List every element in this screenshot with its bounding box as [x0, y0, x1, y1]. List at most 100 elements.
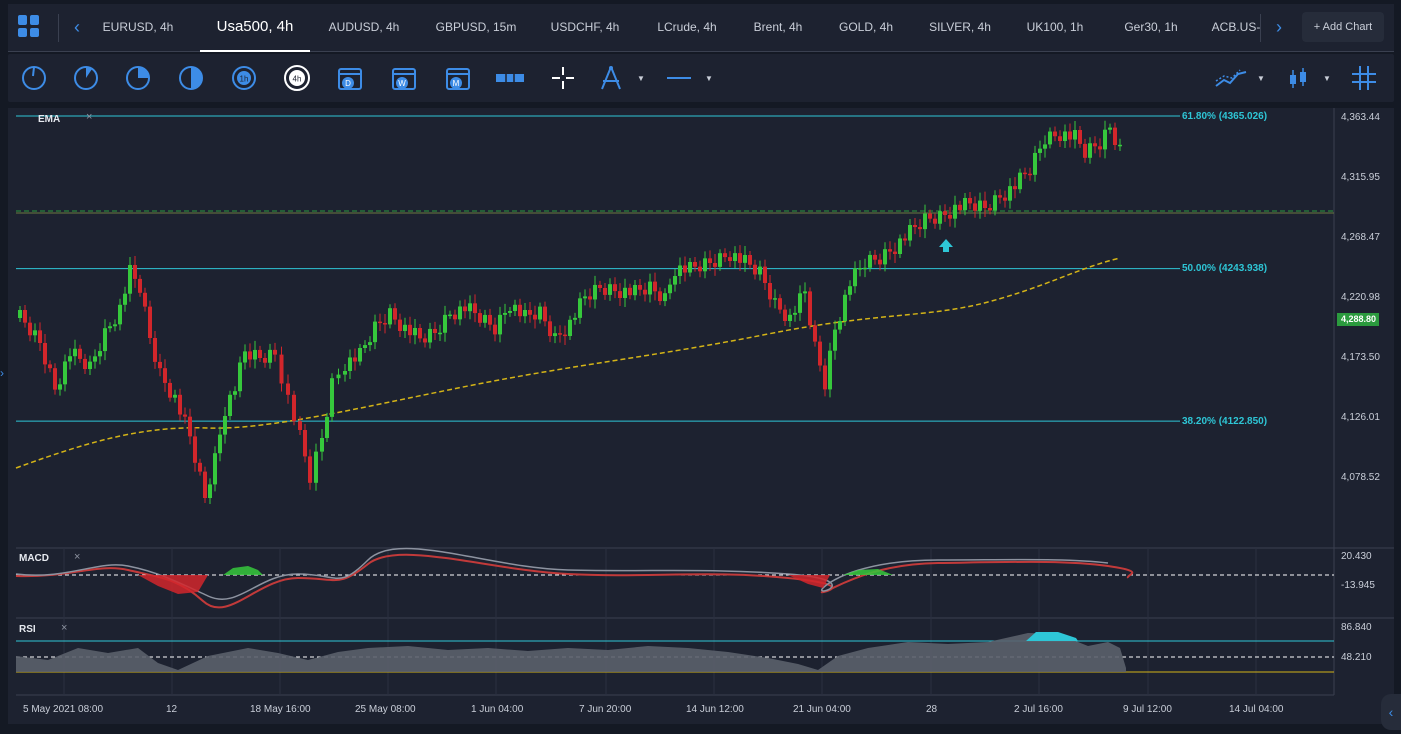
- tab-lcrude[interactable]: LCrude, 4h: [652, 4, 722, 52]
- candle-body: [608, 284, 612, 295]
- candle-body: [163, 368, 167, 383]
- candle-body: [58, 384, 62, 390]
- candle-body: [763, 266, 767, 283]
- timeframe-1m-icon[interactable]: [20, 64, 48, 92]
- close-icon[interactable]: ×: [74, 551, 80, 563]
- tab-ger30[interactable]: Ger30, 1h: [1119, 4, 1183, 52]
- add-chart-button[interactable]: + Add Chart: [1302, 12, 1384, 42]
- chart-panel[interactable]: EMA × 61.80% (4365.026) 50.00% (4243.938…: [8, 108, 1394, 724]
- divider: [58, 14, 59, 42]
- candle-body: [43, 343, 47, 365]
- candle-body: [678, 265, 682, 276]
- candle-body: [238, 362, 242, 392]
- expand-panel-icon[interactable]: ‹: [1381, 694, 1401, 730]
- tab-silver[interactable]: SILVER, 4h: [926, 4, 994, 52]
- tab-audusd[interactable]: AUDUSD, 4h: [324, 4, 404, 52]
- candle-body: [798, 293, 802, 313]
- macd-indicator-label[interactable]: MACD: [19, 553, 49, 564]
- line-style-icon[interactable]: [665, 64, 693, 92]
- close-icon[interactable]: ×: [86, 111, 92, 123]
- candle-body: [378, 321, 382, 324]
- tab-gold[interactable]: GOLD, 4h: [835, 4, 897, 52]
- chart-type-candles-icon[interactable]: [1284, 64, 1312, 92]
- candle-body: [703, 258, 707, 272]
- candle-body: [193, 436, 197, 463]
- candle-body: [393, 308, 397, 320]
- macd-histogram: [223, 566, 263, 575]
- chevron-down-icon[interactable]: ▼: [705, 74, 713, 83]
- tab-eurusd[interactable]: EURUSD, 4h: [98, 4, 178, 52]
- candle-body: [408, 324, 412, 336]
- timeframe-4h-icon[interactable]: 4h: [283, 64, 311, 92]
- candle-body: [483, 314, 487, 323]
- candle-body: [768, 283, 772, 300]
- candle-body: [963, 198, 967, 211]
- time-axis-label: 9 Jul 12:00: [1123, 704, 1172, 715]
- candle-body: [913, 225, 917, 228]
- candle-body: [658, 291, 662, 302]
- rsi-indicator-label[interactable]: RSI: [19, 624, 36, 635]
- tab-usdchf[interactable]: USDCHF, 4h: [545, 4, 625, 52]
- timeframe-1h-icon[interactable]: 1h: [230, 64, 258, 92]
- candle-body: [286, 383, 290, 395]
- chevron-down-icon[interactable]: ▼: [1257, 74, 1265, 83]
- chevron-down-icon[interactable]: ▼: [1323, 74, 1331, 83]
- candle-body: [320, 438, 324, 452]
- candle-body: [1113, 127, 1117, 145]
- crosshair-icon[interactable]: [549, 64, 577, 92]
- timeframe-30m-icon[interactable]: [177, 64, 205, 92]
- candle-body: [33, 330, 37, 336]
- timeframe-daily-icon[interactable]: D: [336, 64, 364, 92]
- expand-left-icon[interactable]: ›: [0, 366, 4, 380]
- time-axis-label: 5 May 2021 08:00: [23, 704, 104, 715]
- ema-indicator-label[interactable]: EMA: [38, 114, 60, 125]
- chevron-down-icon[interactable]: ▼: [637, 74, 645, 83]
- tab-gbpusd[interactable]: GBPUSD, 15m: [433, 4, 519, 52]
- close-icon[interactable]: ×: [61, 622, 67, 634]
- rsi-axis-label: 86.840: [1341, 622, 1372, 633]
- candle-body: [673, 276, 677, 285]
- candle-body: [1003, 197, 1007, 201]
- candle-body: [803, 291, 807, 294]
- candle-body: [488, 314, 492, 325]
- candle-body: [458, 306, 462, 320]
- candle-body: [588, 296, 592, 300]
- candle-body: [273, 349, 277, 355]
- timeframe-5m-icon[interactable]: [72, 64, 100, 92]
- candle-body: [403, 324, 407, 331]
- candle-body: [968, 198, 972, 204]
- candle-body: [292, 394, 296, 422]
- timeframe-15m-icon[interactable]: [124, 64, 152, 92]
- candle-body: [279, 354, 284, 384]
- candle-body: [363, 345, 367, 348]
- timeframe-weekly-icon[interactable]: W: [390, 64, 418, 92]
- candle-body: [473, 303, 477, 314]
- layout-grid-icon[interactable]: [18, 15, 40, 37]
- tab-brent[interactable]: Brent, 4h: [748, 4, 808, 52]
- tab-acb[interactable]: ACB.US-: [1210, 4, 1262, 52]
- candle-body: [638, 285, 642, 290]
- candle-body: [1088, 143, 1092, 158]
- candle-body: [368, 342, 372, 346]
- time-axis-label: 28: [926, 704, 938, 715]
- drawing-tools-icon[interactable]: [597, 64, 625, 92]
- candle-body: [553, 333, 557, 337]
- price-axis-label: 4,126.01: [1341, 412, 1380, 423]
- divider: [1260, 14, 1261, 42]
- candle-body: [398, 319, 402, 331]
- ruler-icon[interactable]: [494, 64, 526, 92]
- candle-body: [983, 200, 987, 208]
- grid-toggle-icon[interactable]: [1350, 64, 1378, 92]
- tabs-scroll-left-icon[interactable]: ‹: [74, 18, 86, 36]
- candle-body: [648, 281, 652, 295]
- candle-body: [593, 284, 597, 300]
- indicators-icon[interactable]: [1214, 64, 1248, 92]
- price-axis-label: 4,268.47: [1341, 232, 1380, 243]
- tab-usa500[interactable]: Usa500, 4h: [200, 4, 310, 52]
- macd-axis-label: 20.430: [1341, 551, 1372, 562]
- time-axis-label: 14 Jun 12:00: [686, 704, 744, 715]
- timeframe-monthly-icon[interactable]: M: [444, 64, 472, 92]
- ema-line: [15, 257, 1121, 469]
- tab-uk100[interactable]: UK100, 1h: [1023, 4, 1087, 52]
- tabs-scroll-right-icon[interactable]: ›: [1276, 18, 1288, 36]
